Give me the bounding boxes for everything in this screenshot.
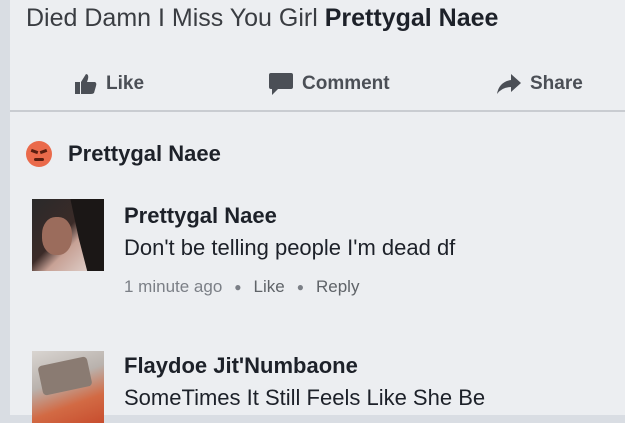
like-label: Like [106, 73, 145, 94]
avatar[interactable] [32, 351, 104, 423]
separator-dot: ● [296, 280, 304, 294]
comment-text: SomeTimes It Still Feels Like She Be [124, 385, 486, 410]
facebook-post-screen: Died Damn I Miss You Girl Prettygal Naee… [10, 0, 625, 423]
like-button[interactable]: Like [74, 70, 144, 98]
comment-like-link[interactable]: Like [254, 277, 285, 297]
reactor-name: Prettygal Naee [68, 141, 221, 166]
comment-meta: 1 minute ago ● Like ● Reply [124, 277, 359, 297]
reaction-row[interactable]: Prettygal Naee [26, 138, 221, 170]
post-text: Died Damn I Miss You Girl Prettygal Naee [26, 2, 498, 34]
share-label: Share [530, 73, 583, 94]
comment-timestamp: 1 minute ago [124, 277, 223, 296]
comment-bubble-icon [269, 73, 293, 95]
tagged-user-link[interactable]: Prettygal Naee [325, 4, 499, 32]
comment-item: Prettygal Naee Don't be telling people I… [10, 195, 625, 315]
angry-reaction-icon [26, 141, 52, 167]
comment-item: Flaydoe Jit'Numbaone SomeTimes It Still … [10, 345, 625, 423]
avatar[interactable] [32, 199, 104, 271]
comment-author[interactable]: Prettygal Naee [124, 203, 277, 229]
post-action-bar: Like Comment Share [10, 58, 625, 112]
comment-reply-link[interactable]: Reply [316, 277, 359, 297]
separator-dot: ● [234, 280, 242, 294]
comment-text: Don't be telling people I'm dead df [124, 235, 456, 260]
comment-button[interactable]: Comment [268, 70, 390, 98]
comment-label: Comment [302, 73, 390, 94]
share-arrow-icon [497, 74, 521, 94]
thumbs-up-icon [75, 74, 97, 94]
share-button[interactable]: Share [496, 70, 583, 98]
post-message: Died Damn I Miss You Girl [26, 4, 318, 32]
comment-author[interactable]: Flaydoe Jit'Numbaone [124, 353, 358, 379]
